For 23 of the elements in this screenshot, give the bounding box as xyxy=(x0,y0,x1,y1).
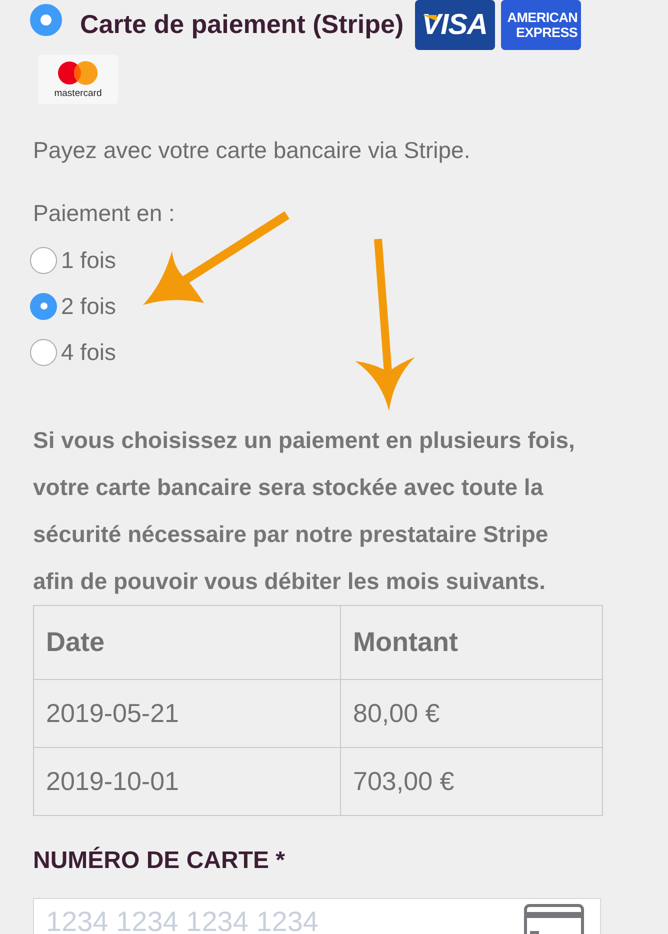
radio-button[interactable] xyxy=(30,246,57,274)
table-cell: 2019-10-01 xyxy=(34,748,340,816)
radio-button[interactable] xyxy=(30,292,57,320)
option-label: 2 fois xyxy=(61,292,116,320)
american-express-logo: AMERICAN EXPRESS xyxy=(500,0,581,50)
table-cell: 80,00 € xyxy=(340,680,602,748)
column-header: Montant xyxy=(340,606,602,680)
description-text: Payez avec votre carte bancaire via Stripe. xyxy=(33,136,470,165)
column-header: Date xyxy=(34,606,340,680)
option-label: 1 fois xyxy=(61,246,116,274)
overlapping-circles-icon xyxy=(58,60,98,84)
logo-text: mastercard xyxy=(54,88,102,98)
notice-paragraph: Si vous choisissez un paiement en plusieurs fois, votre carte bancaire sera stockée avec toute la sécurité nécessaire par notre prestataire Stripe afin de pouvoir vous débiter les mois suivants. xyxy=(33,426,576,596)
radio-button[interactable] xyxy=(30,4,62,36)
credit-card-icon xyxy=(524,904,584,934)
installments-label: Paiement en : xyxy=(33,199,175,228)
payment-method-label: Carte de paiement (Stripe) xyxy=(80,8,404,41)
radio-button[interactable] xyxy=(30,338,57,366)
option-label: 4 fois xyxy=(61,338,116,366)
visa-logo: VISA xyxy=(414,0,495,50)
table-cell: 2019-05-21 xyxy=(34,680,340,748)
card-number-label: NUMÉRO DE CARTE * xyxy=(33,846,286,876)
table-cell: 703,00 € xyxy=(340,748,602,816)
